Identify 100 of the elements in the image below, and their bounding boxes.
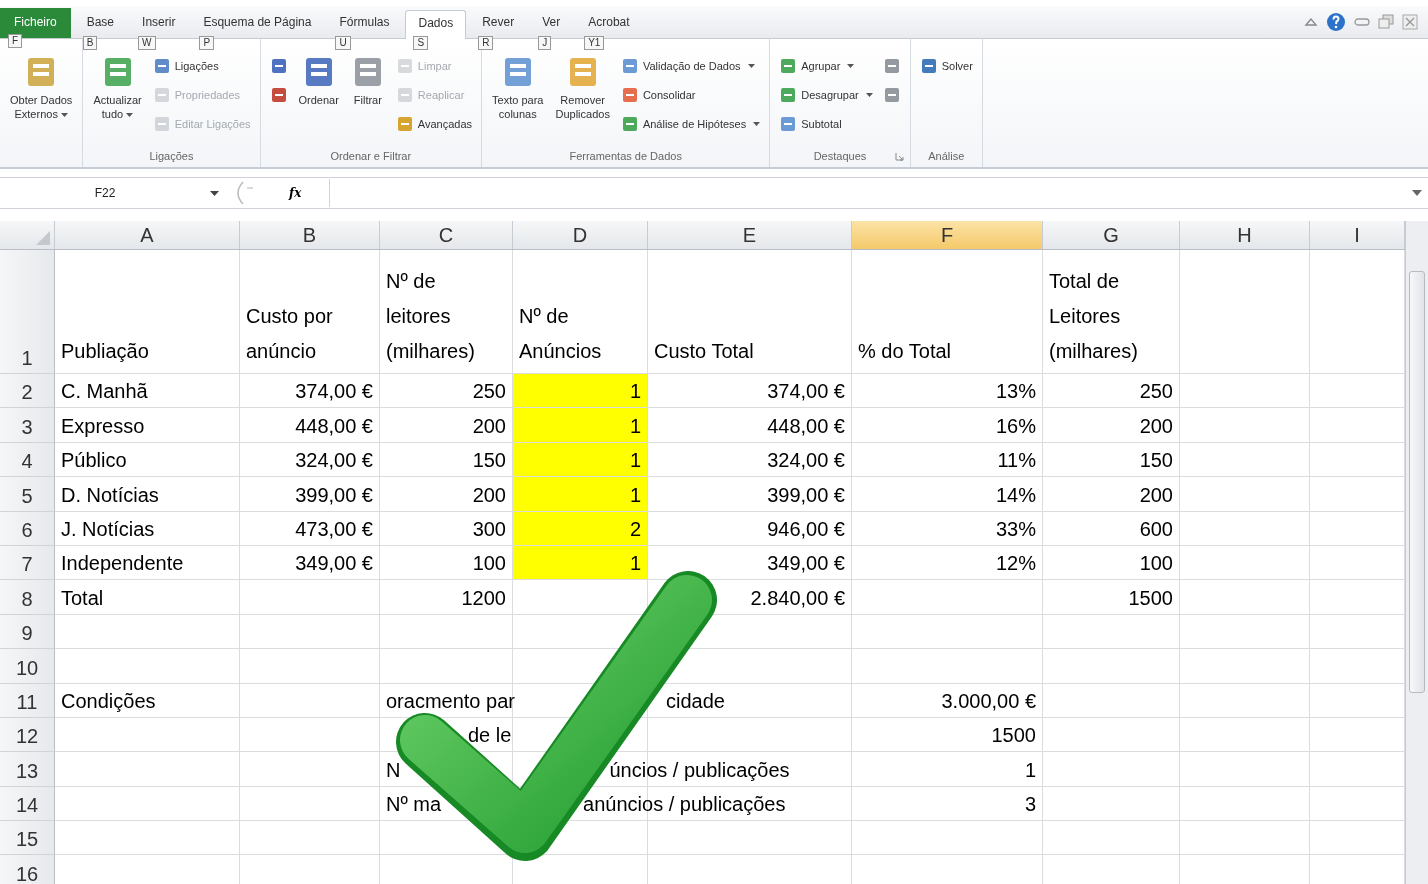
insert-function-button[interactable]: fx bbox=[289, 186, 329, 200]
highlighted-cell: 1 bbox=[513, 545, 648, 581]
keytip-badge: P bbox=[199, 36, 215, 50]
cell-text: N bbox=[386, 757, 401, 782]
row-header[interactable]: 10 bbox=[0, 649, 55, 684]
row-header[interactable]: 4 bbox=[0, 442, 55, 478]
row-header[interactable]: 11 bbox=[0, 683, 55, 718]
table-cell: 324,00 € bbox=[240, 442, 380, 478]
column-header[interactable]: C bbox=[380, 221, 513, 249]
vertical-scrollbar[interactable] bbox=[1405, 221, 1428, 884]
table-cell: 374,00 € bbox=[648, 374, 852, 409]
table-cell: Publiação bbox=[55, 250, 240, 374]
close-icon[interactable] bbox=[1402, 14, 1418, 30]
ribbon-tab[interactable]: Fórmulas bbox=[327, 10, 402, 38]
table-cell: Custo por anúncio bbox=[240, 250, 380, 374]
ribbon-button[interactable]: Agrupar bbox=[776, 53, 876, 79]
ribbon-tab[interactable]: Base bbox=[74, 10, 127, 38]
minimize-ribbon-icon[interactable] bbox=[1304, 16, 1318, 28]
expand-caret-icon[interactable] bbox=[1412, 190, 1422, 196]
row-header[interactable]: 15 bbox=[0, 821, 55, 856]
group-label: Ordenar e Filtrar bbox=[330, 150, 412, 162]
table-cell: Custo Total bbox=[648, 250, 852, 374]
caret-icon bbox=[60, 113, 68, 118]
select-all-icon[interactable] bbox=[36, 231, 50, 245]
group-label: Ferramentas de Dados bbox=[569, 150, 682, 162]
ribbon-tab[interactable]: Dados bbox=[405, 10, 467, 39]
ribbon-tab[interactable]: Rever bbox=[470, 10, 527, 38]
table-cell: 448,00 € bbox=[240, 408, 380, 443]
table-cell: C. Manhã bbox=[55, 374, 240, 409]
ribbon-tab[interactable]: Inserir bbox=[130, 10, 188, 38]
table-cell: 200 bbox=[1043, 477, 1180, 512]
column-header[interactable]: A bbox=[55, 221, 240, 249]
column-header[interactable]: F bbox=[852, 221, 1043, 249]
caret-icon bbox=[747, 64, 755, 68]
table-cell: 946,00 € bbox=[648, 511, 852, 546]
table-cell: 399,00 € bbox=[648, 477, 852, 512]
ribbon-button[interactable]: Subtotal bbox=[776, 111, 876, 137]
table-cell: Total bbox=[55, 580, 240, 615]
ribbon-button[interactable]: Análise de Hipóteses bbox=[617, 111, 764, 137]
ribbon-button[interactable]: Filtrar bbox=[346, 53, 389, 147]
restore-icon[interactable] bbox=[1378, 14, 1394, 30]
highlighted-cell: 1 bbox=[513, 477, 648, 512]
table-cell: 1200 bbox=[380, 580, 513, 615]
ribbon-button[interactable]: Avançadas bbox=[392, 111, 476, 137]
scroll-thumb[interactable] bbox=[1409, 271, 1425, 693]
table-cell: 349,00 € bbox=[240, 545, 380, 581]
keytip-badge: U bbox=[335, 36, 351, 50]
caret-icon bbox=[847, 64, 855, 68]
row-header[interactable]: 7 bbox=[0, 545, 55, 581]
table-cell: 600 bbox=[1043, 511, 1180, 546]
row-header[interactable]: 13 bbox=[0, 752, 55, 787]
row-header[interactable]: 1 bbox=[0, 250, 55, 374]
table-cell: 1 bbox=[852, 752, 1043, 787]
highlighted-cell: 1 bbox=[513, 408, 648, 443]
ribbon-button[interactable]: Consolidar bbox=[617, 82, 764, 108]
ribbon-button[interactable]: Desagrupar bbox=[776, 82, 876, 108]
row-header[interactable]: 2 bbox=[0, 374, 55, 409]
dialog-launcher-icon[interactable] bbox=[894, 152, 904, 161]
cell-text: cidade bbox=[665, 688, 725, 713]
column-header[interactable]: G bbox=[1043, 221, 1180, 249]
ribbon-button[interactable]: Ordenar bbox=[294, 53, 343, 147]
group-label: Ligações bbox=[149, 150, 194, 162]
ribbon-tab[interactable]: Esquema de Página bbox=[191, 10, 324, 38]
row-header[interactable]: 8 bbox=[0, 580, 55, 615]
ribbon-button[interactable]: Obter Dados Externos bbox=[6, 53, 77, 147]
help-icon[interactable] bbox=[1326, 12, 1346, 32]
column-header[interactable]: D bbox=[513, 221, 648, 249]
row-header[interactable]: 14 bbox=[0, 786, 55, 822]
row-header[interactable]: 9 bbox=[0, 614, 55, 650]
name-box[interactable]: F22 bbox=[0, 186, 210, 200]
ribbon-button[interactable]: Solver bbox=[916, 53, 976, 79]
column-header[interactable]: H bbox=[1180, 221, 1310, 249]
highlighted-cell: 2 bbox=[513, 511, 648, 546]
ribbon-button[interactable]: Remover Duplicados bbox=[551, 53, 614, 147]
group-label: Análise bbox=[928, 150, 965, 162]
table-cell: D. Notícias bbox=[55, 477, 240, 512]
table-cell: 200 bbox=[1043, 408, 1180, 443]
table-cell: 13% bbox=[852, 374, 1043, 409]
caret-icon[interactable] bbox=[210, 190, 219, 196]
ribbon-tab[interactable]: Ver bbox=[530, 10, 573, 38]
ribbon-tab[interactable]: Acrobat bbox=[576, 10, 642, 38]
ribbon-button[interactable]: Texto para colunas bbox=[488, 53, 548, 147]
row-header[interactable]: 6 bbox=[0, 511, 55, 546]
ribbon-button[interactable]: Validação de Dados bbox=[617, 53, 764, 79]
table-cell: 399,00 € bbox=[240, 477, 380, 512]
table-cell: 250 bbox=[1043, 374, 1180, 409]
row-header[interactable]: 3 bbox=[0, 408, 55, 443]
minimize-icon[interactable] bbox=[1354, 17, 1370, 27]
keytip-badge: S bbox=[413, 36, 429, 50]
ribbon-button[interactable]: Ligações bbox=[149, 53, 254, 79]
group-label: Destaques bbox=[813, 150, 867, 162]
row-header[interactable]: 16 bbox=[0, 855, 55, 884]
keytip-badge: Y1 bbox=[584, 36, 605, 50]
row-header[interactable]: 5 bbox=[0, 477, 55, 512]
row-header[interactable]: 12 bbox=[0, 717, 55, 753]
column-header[interactable]: B bbox=[240, 221, 380, 249]
ribbon-button[interactable]: Actualizar tudo bbox=[89, 53, 146, 147]
caret-icon bbox=[753, 122, 761, 126]
table-cell: 349,00 € bbox=[648, 545, 852, 581]
table-cell: 448,00 € bbox=[648, 408, 852, 443]
